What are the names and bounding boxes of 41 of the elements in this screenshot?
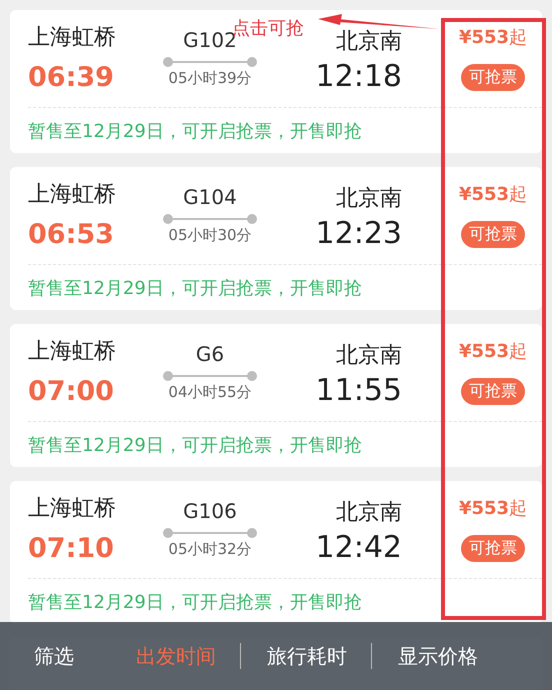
price: ¥553起 bbox=[458, 26, 528, 50]
arrival-station: 北京南 bbox=[336, 342, 402, 370]
route-line-icon bbox=[162, 370, 258, 382]
sort-tab[interactable]: 显示价格 bbox=[390, 638, 486, 674]
sale-note: 暂售至12月29日，可开启抢票，开售即抢 bbox=[28, 590, 362, 614]
route-line-icon bbox=[162, 56, 258, 68]
train-number: G6 bbox=[196, 342, 224, 366]
duration: 05小时39分 bbox=[168, 68, 252, 88]
duration: 05小时30分 bbox=[168, 225, 252, 245]
duration: 05小时32分 bbox=[168, 539, 252, 559]
departure-time: 07:10 bbox=[28, 533, 115, 565]
departure-station: 上海虹桥 bbox=[28, 338, 117, 366]
arrival-time: 12:42 bbox=[316, 531, 402, 565]
train-card[interactable]: 上海虹桥 07:10 G106 05小时32分 北京南 12:42 ¥553起 可抢票 暂售至12月29日，可开启抢票，开售即抢 bbox=[10, 481, 542, 624]
sale-note: 暂售至12月29日，可开启抢票，开售即抢 bbox=[28, 276, 362, 300]
arrival-station: 北京南 bbox=[336, 185, 402, 213]
arrival-station: 北京南 bbox=[336, 499, 402, 527]
train-number: G106 bbox=[183, 499, 237, 523]
train-card[interactable]: 上海虹桥 06:53 G104 05小时30分 北京南 12:23 ¥553起 可抢票 暂售至12月29日，可开启抢票，开售即抢 bbox=[10, 167, 542, 310]
train-card[interactable]: 上海虹桥 07:00 G6 04小时55分 北京南 11:55 ¥553起 可抢票 暂售至12月29日，可开启抢票，开售即抢 bbox=[10, 324, 542, 467]
departure-time: 06:53 bbox=[28, 219, 115, 251]
price: ¥553起 bbox=[458, 183, 528, 207]
departure-station: 上海虹桥 bbox=[28, 181, 117, 209]
departure-time: 06:39 bbox=[28, 62, 115, 94]
arrival-time: 12:18 bbox=[316, 60, 402, 94]
route-line-icon bbox=[162, 213, 258, 225]
sale-note: 暂售至12月29日，可开启抢票，开售即抢 bbox=[28, 434, 362, 456]
sort-tab[interactable]: 筛选 bbox=[26, 638, 82, 674]
departure-time: 07:00 bbox=[28, 376, 115, 408]
departure-station: 上海虹桥 bbox=[28, 24, 117, 52]
arrival-station: 北京南 bbox=[336, 28, 402, 56]
arrival-time: 11:55 bbox=[316, 374, 402, 408]
sort-tab[interactable]: 旅行耗时 bbox=[259, 638, 355, 674]
train-number: G104 bbox=[183, 185, 237, 209]
sale-note: 暂售至12月29日，可开启抢票，开售即抢 bbox=[28, 120, 362, 142]
arrival-time: 12:23 bbox=[316, 217, 402, 251]
price: ¥553起 bbox=[458, 497, 528, 521]
departure-station: 上海虹桥 bbox=[28, 495, 117, 523]
price: ¥553起 bbox=[458, 340, 528, 364]
duration: 04小时55分 bbox=[168, 382, 252, 402]
route-line-icon bbox=[162, 527, 258, 539]
